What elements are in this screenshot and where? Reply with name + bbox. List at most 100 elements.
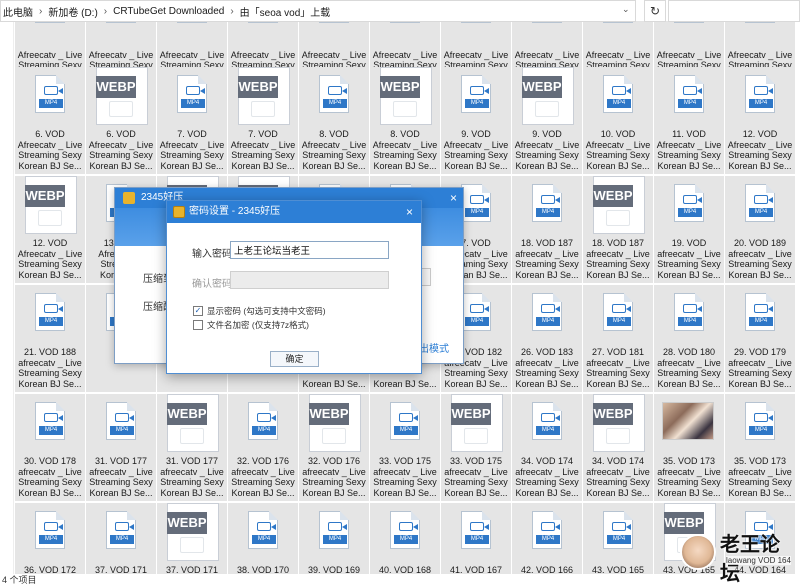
file-tile[interactable]: MP4 29. VOD 179 afreecatv _ Live Streaming …	[725, 285, 795, 392]
file-tile[interactable]: MP4 36. VOD 172afreecatv _ Live	[15, 503, 85, 574]
mp4-file-icon: MP4	[520, 503, 574, 563]
file-tile[interactable]: MP4 10. VOD Afreecatv _ Live Streaming Sexy…	[583, 67, 653, 174]
file-tile[interactable]: MP4 26. VOD 183 afreecatv _ Live Streaming …	[512, 285, 582, 392]
breadcrumb-folder[interactable]: CRTubeGet Downloaded	[113, 6, 224, 17]
file-tile[interactable]: MP4 20. VOD 189 afreecatv _ Live Streaming …	[725, 176, 795, 283]
mp4-file-icon: MP4	[662, 22, 716, 37]
file-tile[interactable]: WEBP 32. VOD 176 afreecatv _ Live Streaming…	[299, 394, 369, 501]
file-tile[interactable]: MP4 8. VOD Afreecatv _ Live Streaming Sexy K…	[299, 67, 369, 174]
file-tile[interactable]: MP4 39. VOD 169afreecatv _ Live	[299, 503, 369, 574]
file-tile[interactable]: MP4 42. VOD 166afreecatv _ Live	[512, 503, 582, 574]
show-password-option[interactable]: ✓ 显示密码 (勾选可支持中文密码)	[193, 305, 326, 317]
file-name-line: afreecatv _ Live	[231, 466, 295, 477]
file-name-line: Afreecatv _ Live	[656, 49, 722, 60]
file-name: 36. VOD 172afreecatv _ Live	[15, 565, 85, 574]
file-tile[interactable]: WEBP 6. VOD Afreecatv _ Live Streaming Sexy…	[86, 67, 156, 174]
file-name-line: afreecatv _ Live	[515, 357, 579, 368]
status-bar: 4 个项目	[0, 574, 800, 586]
file-name: 8. VOD Afreecatv _ Live Streaming Sexy Kore…	[370, 129, 440, 171]
file-name-line	[86, 379, 156, 390]
file-tile[interactable]: MP4 12. VOD Afreecatv _ Live Streaming Sexy…	[725, 67, 795, 174]
file-tile[interactable]: MP4 11. VOD Afreecatv _ Live Streaming Sexy…	[654, 67, 724, 174]
encrypt-filename-checkbox[interactable]	[193, 320, 203, 330]
file-name-line: Afreecatv _ Live	[656, 139, 722, 150]
search-input[interactable]	[668, 0, 800, 22]
file-tile[interactable]: MP4 38. VOD 170afreecatv _ Live	[228, 503, 298, 574]
mp4-file-icon: MP4	[520, 394, 574, 454]
encrypt-filename-option[interactable]: 文件名加密 (仅支持7z格式)	[193, 319, 309, 331]
file-tile[interactable]: WEBP 31. VOD 177 afreecatv _ Live Streaming…	[157, 394, 227, 501]
file-tile[interactable]: MP4 7. VOD Afreecatv _ Live Streaming Sexy K…	[157, 67, 227, 174]
chevron-down-icon[interactable]: ⌄	[622, 4, 630, 15]
file-tile[interactable]: MP4 37. VOD 171afreecatv _ Live	[86, 503, 156, 574]
file-tile[interactable]: WEBP 34. VOD 174 afreecatv _ Live Streaming…	[583, 394, 653, 501]
file-tile[interactable]: MP4 41. VOD 167afreecatv _ Live	[441, 503, 511, 574]
file-tile[interactable]: MP4 43. VOD 165afreecatv _ Live	[583, 503, 653, 574]
file-tile[interactable]: MP4 30. VOD 178 afreecatv _ Live Streaming …	[15, 394, 85, 501]
file-tile[interactable]: WEBP 8. VOD Afreecatv _ Live Streaming Sexy…	[370, 67, 440, 174]
refresh-button[interactable]: ↻	[644, 0, 666, 22]
password-input[interactable]: 上老王论坛当老王	[230, 241, 389, 259]
file-name-line: Korean BJ Se...	[657, 378, 721, 389]
mp4-file-icon: MP4	[23, 394, 77, 454]
address-bar: 此电脑 › 新加卷 (D:) › CRTubeGet Downloaded › …	[0, 0, 800, 22]
file-name-line: 7. VOD	[248, 129, 278, 139]
close-icon[interactable]: ×	[450, 188, 457, 208]
file-tile[interactable]: MP4 21. VOD 188 afreecatv _ Live Streaming …	[15, 285, 85, 392]
file-name-line: Streaming Sexy	[373, 150, 437, 160]
file-name-line: 33. VOD 175	[378, 456, 432, 466]
file-tile[interactable]: MP4 28. VOD 180 afreecatv _ Live Streaming …	[654, 285, 724, 392]
file-name-line: Korean BJ Se...	[444, 160, 508, 171]
file-name-line: Streaming Sexy	[444, 150, 508, 160]
mp4-file-icon: MP4	[662, 176, 716, 236]
file-tile[interactable]: MP4 31. VOD 177 afreecatv _ Live Streaming …	[86, 394, 156, 501]
file-name-line: 6. VOD	[35, 129, 65, 139]
file-tile[interactable]: WEBP 9. VOD Afreecatv _ Live Streaming Sexy…	[512, 67, 582, 174]
file-tile[interactable]: MP4 40. VOD 168afreecatv _ Live	[370, 503, 440, 574]
file-tile[interactable]: MP4 18. VOD 187 afreecatv _ Live Streaming …	[512, 176, 582, 283]
file-name-line: 27. VOD 181	[591, 347, 645, 357]
file-tile[interactable]: MP4 27. VOD 181 afreecatv _ Live Streaming …	[583, 285, 653, 392]
file-tile[interactable]: MP4 33. VOD 175 afreecatv _ Live Streaming …	[370, 394, 440, 501]
file-name: 34. VOD 174 afreecatv _ Live Streaming Sex…	[583, 456, 653, 498]
webp-file-icon: WEBP	[520, 67, 574, 127]
file-tile[interactable]: 35. VOD 173 afreecatv _ Live Streaming Sex…	[654, 394, 724, 501]
confirm-password-input[interactable]	[230, 271, 389, 289]
breadcrumb-this-pc[interactable]: 此电脑	[3, 4, 33, 19]
file-name-line: Afreecatv _ Live	[159, 139, 225, 150]
mode-link[interactable]: 出模式	[419, 340, 449, 355]
password-dialog-titlebar[interactable]: 密码设置 - 2345好压 ×	[167, 201, 421, 223]
ok-button[interactable]: 确定	[270, 351, 319, 367]
file-name-line	[86, 39, 156, 50]
show-password-checkbox[interactable]: ✓	[193, 306, 203, 316]
mp4-file-icon: MP4	[733, 22, 787, 37]
file-tile[interactable]: WEBP 7. VOD Afreecatv _ Live Streaming Sexy…	[228, 67, 298, 174]
file-name-line: 32. VOD 176	[236, 456, 290, 466]
file-tile[interactable]: MP4 32. VOD 176 afreecatv _ Live Streaming …	[228, 394, 298, 501]
file-tile[interactable]: WEBP 12. VOD Afreecatv _ Live Streaming Sex…	[15, 176, 85, 283]
file-name-line: afreecatv _ Live	[586, 357, 650, 368]
close-button[interactable]: ×	[406, 201, 413, 223]
file-name-line: afreecatv _ Live	[728, 466, 792, 477]
file-tile[interactable]: MP4 9. VOD Afreecatv _ Live Streaming Sexy K…	[441, 67, 511, 174]
file-tile[interactable]: WEBP 37. VOD 171afreecatv _ Live	[157, 503, 227, 574]
file-tile[interactable]: MP4 35. VOD 173 afreecatv _ Live Streaming …	[725, 394, 795, 501]
file-name-line: afreecatv _ Live	[373, 466, 437, 477]
breadcrumb[interactable]: 此电脑 › 新加卷 (D:) › CRTubeGet Downloaded › …	[0, 0, 636, 22]
file-name-line	[15, 39, 85, 50]
breadcrumb-current-folder[interactable]: 由「seoa vod」上载	[240, 4, 331, 19]
navigation-pane[interactable]	[0, 22, 14, 574]
breadcrumb-drive[interactable]: 新加卷 (D:)	[48, 4, 97, 19]
file-name-line: Korean BJ Se...	[231, 160, 295, 171]
file-tile[interactable]: WEBP 33. VOD 175 afreecatv _ Live Streaming…	[441, 394, 511, 501]
file-tile[interactable]: MP4 19. VOD afreecatv _ Live Streaming Sexy…	[654, 176, 724, 283]
file-name: 32. VOD 176 afreecatv _ Live Streaming Sex…	[299, 456, 369, 498]
file-name: 10. VOD Afreecatv _ Live Streaming Sexy Kor…	[583, 129, 653, 171]
file-name-line: Korean BJ Se...	[728, 160, 792, 171]
file-name-line	[157, 39, 227, 50]
file-name-line: Korean BJ Se...	[18, 160, 82, 171]
file-tile[interactable]: MP4 6. VOD Afreecatv _ Live Streaming Sexy K…	[15, 67, 85, 174]
file-tile[interactable]: MP4 34. VOD 174 afreecatv _ Live Streaming …	[512, 394, 582, 501]
file-name-line: 18. VOD 187	[591, 238, 645, 248]
file-tile[interactable]: WEBP 18. VOD 187 afreecatv _ Live Streaming…	[583, 176, 653, 283]
